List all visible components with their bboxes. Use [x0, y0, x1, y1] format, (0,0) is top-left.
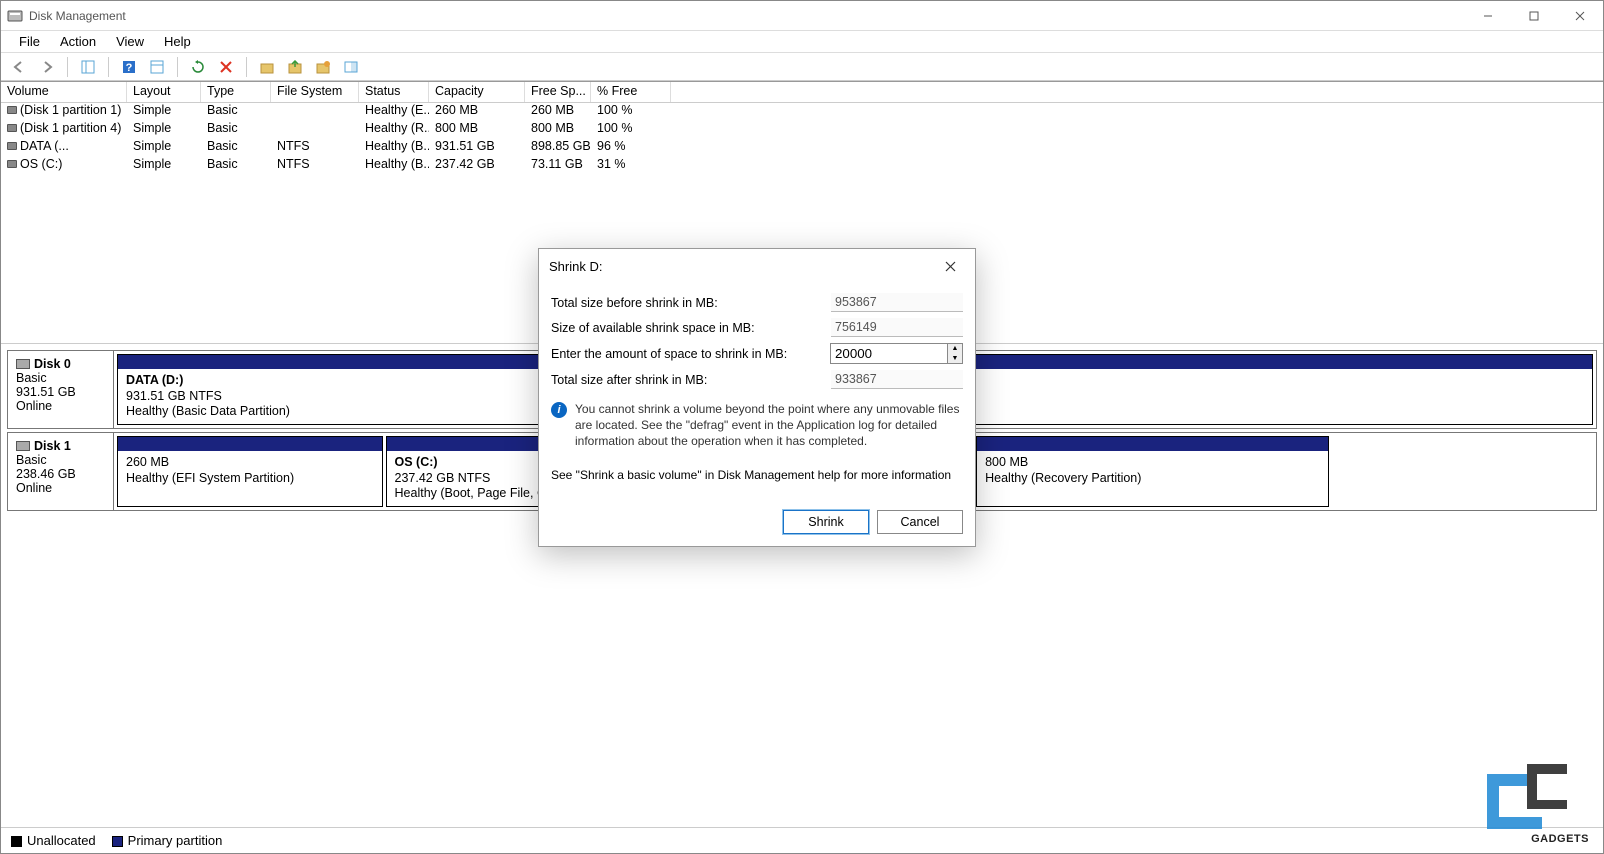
help-text: See "Shrink a basic volume" in Disk Mana… — [551, 468, 963, 482]
watermark-text: GADGETS — [1531, 833, 1589, 845]
show-hide-tree-icon[interactable] — [78, 57, 98, 77]
table-row[interactable]: (Disk 1 partition 1)SimpleBasicHealthy (… — [1, 103, 1603, 121]
delete-icon[interactable] — [216, 57, 236, 77]
info-text: You cannot shrink a volume beyond the po… — [575, 401, 963, 450]
shrink-button[interactable]: Shrink — [783, 510, 869, 534]
label-available: Size of available shrink space in MB: — [551, 321, 831, 335]
legend: Unallocated Primary partition — [1, 827, 1603, 853]
value-total-after: 933867 — [831, 370, 963, 389]
volume-list-header: Volume Layout Type File System Status Ca… — [1, 81, 1603, 103]
menu-bar: File Action View Help — [1, 31, 1603, 53]
watermark-logo — [1487, 764, 1597, 837]
partition[interactable]: 260 MBHealthy (EFI System Partition) — [117, 436, 383, 507]
value-total-before: 953867 — [831, 293, 963, 312]
table-row[interactable]: (Disk 1 partition 4)SimpleBasicHealthy (… — [1, 121, 1603, 139]
label-total-after: Total size after shrink in MB: — [551, 373, 831, 387]
menu-help[interactable]: Help — [154, 32, 201, 51]
label-shrink-amount: Enter the amount of space to shrink in M… — [551, 347, 830, 361]
svg-text:?: ? — [126, 62, 133, 74]
value-available: 756149 — [831, 318, 963, 337]
app-icon — [7, 8, 23, 24]
legend-unallocated: Unallocated — [11, 833, 96, 848]
label-total-before: Total size before shrink in MB: — [551, 296, 831, 310]
toolbar: ? — [1, 53, 1603, 81]
maximize-button[interactable] — [1511, 1, 1557, 31]
partition[interactable]: 800 MBHealthy (Recovery Partition) — [976, 436, 1329, 507]
dialog-title: Shrink D: — [549, 259, 602, 274]
dialog-close-button[interactable] — [935, 252, 965, 280]
title-bar: Disk Management — [1, 1, 1603, 31]
dialog-title-bar[interactable]: Shrink D: — [539, 249, 975, 283]
help-icon[interactable]: ? — [119, 57, 139, 77]
minimize-button[interactable] — [1465, 1, 1511, 31]
refresh-icon[interactable] — [188, 57, 208, 77]
col-type[interactable]: Type — [201, 82, 271, 102]
table-row[interactable]: OS (C:)SimpleBasicNTFSHealthy (B...237.4… — [1, 157, 1603, 175]
shrink-amount-input[interactable] — [830, 343, 948, 364]
col-layout[interactable]: Layout — [127, 82, 201, 102]
window-title: Disk Management — [29, 9, 126, 23]
col-free[interactable]: Free Sp... — [525, 82, 591, 102]
cancel-button[interactable]: Cancel — [877, 510, 963, 534]
detach-vhd-icon[interactable] — [313, 57, 333, 77]
shrink-dialog: Shrink D: Total size before shrink in MB… — [538, 248, 976, 547]
menu-action[interactable]: Action — [50, 32, 106, 51]
info-icon: i — [551, 402, 567, 418]
col-pct[interactable]: % Free — [591, 82, 671, 102]
spin-down-button[interactable]: ▼ — [948, 354, 962, 364]
col-status[interactable]: Status — [359, 82, 429, 102]
disk-info[interactable]: Disk 0Basic931.51 GBOnline — [8, 351, 114, 428]
properties-icon[interactable] — [147, 57, 167, 77]
table-row[interactable]: DATA (...SimpleBasicNTFSHealthy (B...931… — [1, 139, 1603, 157]
disk-info[interactable]: Disk 1Basic238.46 GBOnline — [8, 433, 114, 510]
settings-icon[interactable] — [341, 57, 361, 77]
spin-up-button[interactable]: ▲ — [948, 344, 962, 354]
back-button[interactable] — [9, 57, 29, 77]
legend-primary: Primary partition — [112, 833, 223, 848]
col-filesystem[interactable]: File System — [271, 82, 359, 102]
new-volume-icon[interactable] — [257, 57, 277, 77]
attach-vhd-icon[interactable] — [285, 57, 305, 77]
menu-file[interactable]: File — [9, 32, 50, 51]
col-capacity[interactable]: Capacity — [429, 82, 525, 102]
menu-view[interactable]: View — [106, 32, 154, 51]
col-volume[interactable]: Volume — [1, 82, 127, 102]
forward-button[interactable] — [37, 57, 57, 77]
close-button[interactable] — [1557, 1, 1603, 31]
